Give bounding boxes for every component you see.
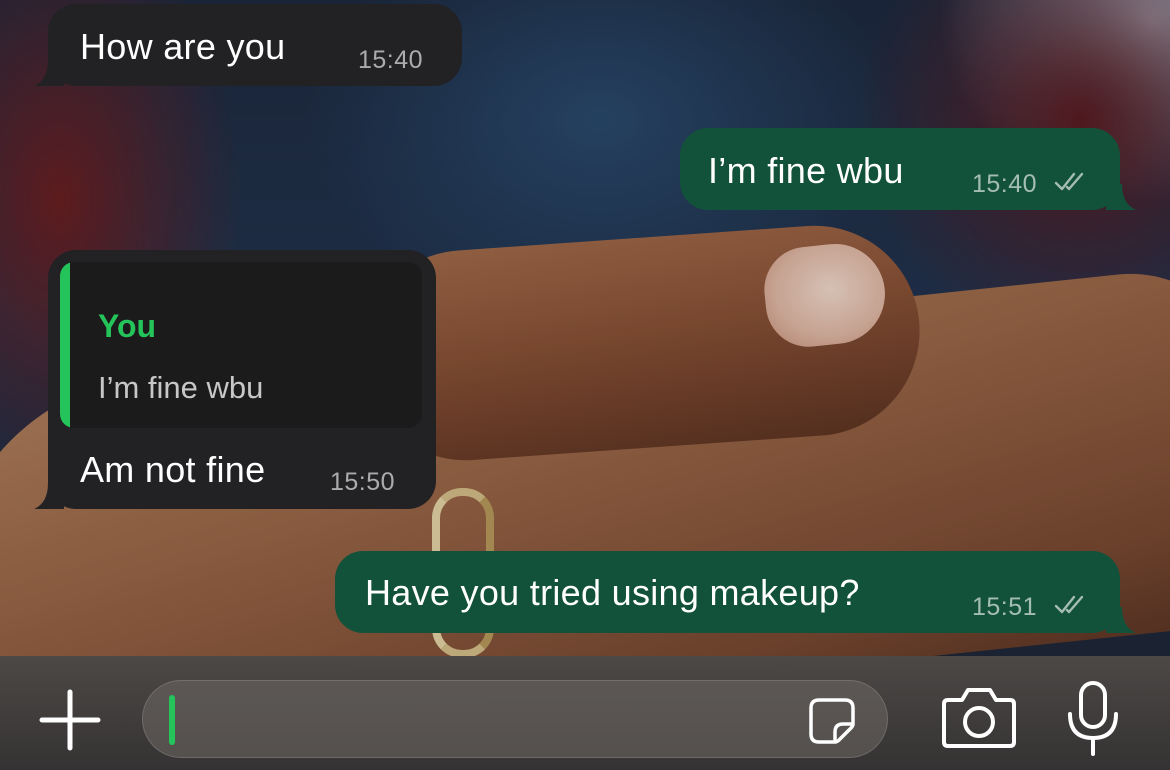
message-time: 15:40 xyxy=(972,170,1038,198)
bubble-tail xyxy=(34,60,64,86)
double-check-icon xyxy=(1054,172,1084,191)
sticker-icon[interactable] xyxy=(807,696,857,746)
message-bubble-incoming-reply[interactable]: You I’m fine wbu Am not fine 15:50 xyxy=(34,250,436,509)
plus-icon[interactable] xyxy=(34,684,106,756)
bubble-tail xyxy=(1106,184,1136,210)
camera-icon[interactable] xyxy=(940,684,1018,750)
microphone-icon[interactable] xyxy=(1064,680,1122,758)
quote-accent-bar xyxy=(60,262,70,428)
message-text: Am not fine xyxy=(80,449,266,490)
message-input[interactable] xyxy=(142,680,888,758)
message-bubble-outgoing[interactable]: I’m fine wbu 15:40 xyxy=(680,128,1136,210)
bubble-tail xyxy=(1106,607,1136,633)
text-caret xyxy=(169,695,175,745)
message-text: Have you tried using makeup? xyxy=(365,572,860,613)
message-time: 15:50 xyxy=(330,468,396,496)
quote-author: You xyxy=(98,308,157,344)
message-composer-bar xyxy=(0,656,1170,770)
message-text: I’m fine wbu xyxy=(708,150,904,191)
message-text: How are you xyxy=(80,26,286,67)
message-bubble-outgoing[interactable]: Have you tried using makeup? 15:51 xyxy=(335,551,1136,633)
message-bubble-incoming[interactable]: How are you 15:40 xyxy=(34,4,462,86)
message-time: 15:51 xyxy=(972,593,1038,621)
double-check-icon xyxy=(1054,595,1084,614)
quoted-message[interactable]: You I’m fine wbu xyxy=(60,262,422,428)
quote-text: I’m fine wbu xyxy=(98,370,264,405)
message-time: 15:40 xyxy=(358,46,424,74)
bubble-tail xyxy=(34,483,64,509)
